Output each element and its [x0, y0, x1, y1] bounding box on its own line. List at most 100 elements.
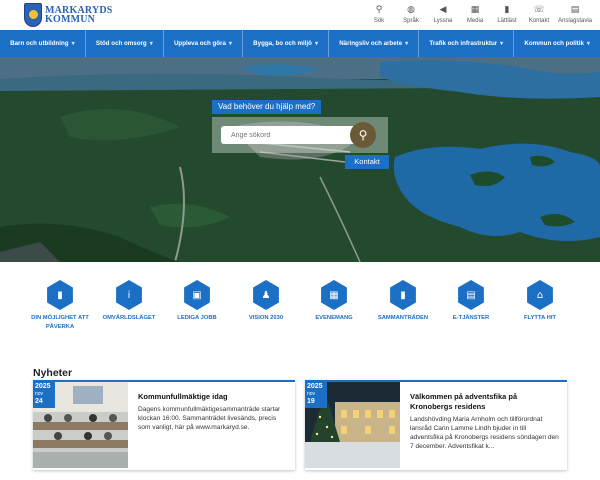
- chevron-down-icon: ▾: [149, 41, 153, 47]
- tool-easy-read[interactable]: ▮ Lättläst: [492, 4, 522, 25]
- briefcase-icon: ▣: [184, 280, 210, 310]
- tool-contact[interactable]: ☏ Kontakt: [524, 4, 554, 25]
- person-icon: ♟: [253, 280, 279, 310]
- calendar-icon: ▦: [321, 280, 347, 310]
- nav-label: Barn och utbildning: [10, 40, 69, 47]
- page: MARKARYDS KOMMUN ⚲ Sök ◍ Språk ◀ Lyssna …: [0, 0, 600, 480]
- search-heading: Vad behöver du hjälp med?: [212, 100, 322, 114]
- quick-link-label: Din möjlighet att påverka: [31, 315, 89, 330]
- speaker-icon: ◀: [439, 5, 447, 15]
- media-icon: ▦: [470, 5, 480, 15]
- quick-link-e-tjanster[interactable]: ▤ E-tjänster: [436, 280, 506, 323]
- news-card[interactable]: 2025 nov 19 Välkommen på adventsfika på …: [305, 380, 567, 470]
- chevron-down-icon: ▾: [314, 41, 318, 47]
- quick-link-label: Flytta hit: [524, 315, 556, 321]
- search-panel: ⚲: [212, 117, 388, 153]
- tool-label: Lättläst: [497, 18, 517, 24]
- search-button[interactable]: ⚲: [350, 122, 376, 148]
- quick-link-sammantraden[interactable]: ▮ Sammanträden: [368, 280, 438, 323]
- quick-link-label: E-tjänster: [452, 315, 490, 321]
- quick-link-evenemang[interactable]: ▦ Evenemang: [299, 280, 369, 323]
- tool-listen[interactable]: ◀ Lyssna: [428, 4, 458, 25]
- tool-label: Sök: [373, 18, 385, 24]
- nav-label: Bygga, bo och miljö: [253, 40, 312, 47]
- chevron-down-icon: ▾: [500, 41, 504, 47]
- main-nav: Barn och utbildning ▾ Stöd och omsorg ▾ Up…: [0, 30, 600, 57]
- contact-icon: ☏: [533, 5, 545, 15]
- readability-icon: ▮: [504, 5, 510, 15]
- quick-link-label: Sammanträden: [377, 315, 429, 321]
- quick-link-label: Omvärldsläget: [102, 315, 156, 321]
- news-heading: Nyheter: [33, 367, 73, 379]
- date-day: 24: [35, 398, 43, 405]
- tool-label: Språk: [403, 18, 419, 24]
- news-title[interactable]: Kommunfullmäktige idag: [138, 392, 287, 402]
- quick-link-lediga-jobb[interactable]: ▣ Lediga jobb: [162, 280, 232, 323]
- news-title[interactable]: Välkommen på adventsfika på Kronobergs r…: [410, 392, 559, 412]
- chevron-down-icon: ▾: [228, 41, 232, 47]
- nav-label: Stöd och omsorg: [95, 40, 147, 47]
- tool-label: Kontakt: [528, 18, 550, 24]
- tool-label: Lyssna: [433, 18, 453, 24]
- news-image-residence-christmas: 2025 nov 19: [305, 382, 400, 468]
- date-day: 19: [307, 398, 315, 405]
- news-date-badge: 2025 nov 24: [33, 382, 55, 408]
- nav-item-bygga-bo-och-miljo[interactable]: Bygga, bo och miljö ▾: [243, 30, 330, 57]
- tool-search[interactable]: ⚲ Sök: [364, 4, 394, 25]
- quick-link-label: Vision 2030: [248, 315, 284, 321]
- contact-button[interactable]: Kontakt: [345, 155, 389, 169]
- nav-item-kommun-och-politik[interactable]: Kommun och politik ▾: [514, 30, 600, 57]
- tool-label: Anslagstavla: [557, 18, 593, 24]
- info-icon: i: [116, 280, 142, 310]
- coat-of-arms-icon: [24, 3, 42, 27]
- news-card-body: Välkommen på adventsfika på Kronobergs r…: [410, 392, 559, 451]
- tool-language[interactable]: ◍ Språk: [396, 4, 426, 25]
- header-tools: ⚲ Sök ◍ Språk ◀ Lyssna ▦ Media ▮ Lättläs…: [362, 4, 594, 25]
- date-month: nov: [35, 391, 44, 397]
- quick-link-paverka[interactable]: ▮ Din möjlighet att påverka: [25, 280, 95, 332]
- quick-link-label: Lediga jobb: [177, 315, 217, 321]
- hero-aerial-photo: Vad behöver du hjälp med? ⚲ Kontakt: [0, 57, 600, 262]
- site-logo[interactable]: MARKARYDS KOMMUN: [24, 2, 113, 28]
- aerial-landscape-illustration: [0, 57, 600, 262]
- date-year: 2025: [307, 383, 323, 390]
- search-icon: ⚲: [375, 5, 383, 15]
- chevron-down-icon: ▾: [71, 41, 75, 47]
- quick-link-omvarldslaget[interactable]: i Omvärldsläget: [94, 280, 164, 323]
- logo-line-2: KOMMUN: [45, 14, 96, 25]
- nav-item-stod-och-omsorg[interactable]: Stöd och omsorg ▾: [86, 30, 164, 57]
- news-date-badge: 2025 nov 19: [305, 382, 327, 408]
- site-header: MARKARYDS KOMMUN ⚲ Sök ◍ Språk ◀ Lyssna …: [0, 0, 600, 30]
- nav-label: Trafik och infrastruktur: [429, 40, 498, 47]
- nav-item-trafik-och-infrastruktur[interactable]: Trafik och infrastruktur ▾: [419, 30, 515, 57]
- nav-label: Uppleva och göra: [173, 40, 226, 47]
- globe-icon: ◍: [407, 5, 415, 15]
- nav-label: Näringsliv och arbete: [339, 40, 403, 47]
- news-excerpt: Dagens kommunfullmäktigesammanträde star…: [138, 406, 281, 431]
- quick-links: ▮ Din möjlighet att påverka i Omvärldslä…: [25, 280, 575, 340]
- news-card-body: Kommunfullmäktige idag Dagens kommunfull…: [138, 392, 287, 432]
- noticeboard-icon: ▤: [570, 5, 580, 15]
- tool-label: Media: [466, 18, 484, 24]
- quick-link-vision-2030[interactable]: ♟ Vision 2030: [231, 280, 301, 323]
- date-month: nov: [307, 391, 316, 397]
- document-icon: ▮: [47, 280, 73, 310]
- quick-link-label: Evenemang: [315, 315, 353, 321]
- news-excerpt: Landshövding Maria Arnholm och tillföror…: [410, 416, 559, 450]
- search-input[interactable]: [221, 126, 359, 144]
- news-card[interactable]: 2025 nov 24 Kommunfullmäktige idag Dagen…: [33, 380, 295, 470]
- chevron-down-icon: ▾: [405, 41, 409, 47]
- quick-link-flytta-hit[interactable]: ⌂ Flytta hit: [505, 280, 575, 323]
- date-year: 2025: [35, 383, 51, 390]
- logo-wordmark: MARKARYDS KOMMUN: [45, 6, 113, 25]
- eservice-icon: ▤: [458, 280, 484, 310]
- nav-item-barn-och-utbildning[interactable]: Barn och utbildning ▾: [0, 30, 86, 57]
- nav-item-naringsliv-och-arbete[interactable]: Näringsliv och arbete ▾: [329, 30, 420, 57]
- meeting-document-icon: ▮: [390, 280, 416, 310]
- tool-noticeboard[interactable]: ▤ Anslagstavla: [556, 4, 594, 25]
- tool-media[interactable]: ▦ Media: [460, 4, 490, 25]
- chevron-down-icon: ▾: [586, 41, 590, 47]
- search-icon: ⚲: [358, 128, 368, 142]
- home-icon: ⌂: [527, 280, 553, 310]
- nav-item-uppleva-och-gora[interactable]: Uppleva och göra ▾: [164, 30, 244, 57]
